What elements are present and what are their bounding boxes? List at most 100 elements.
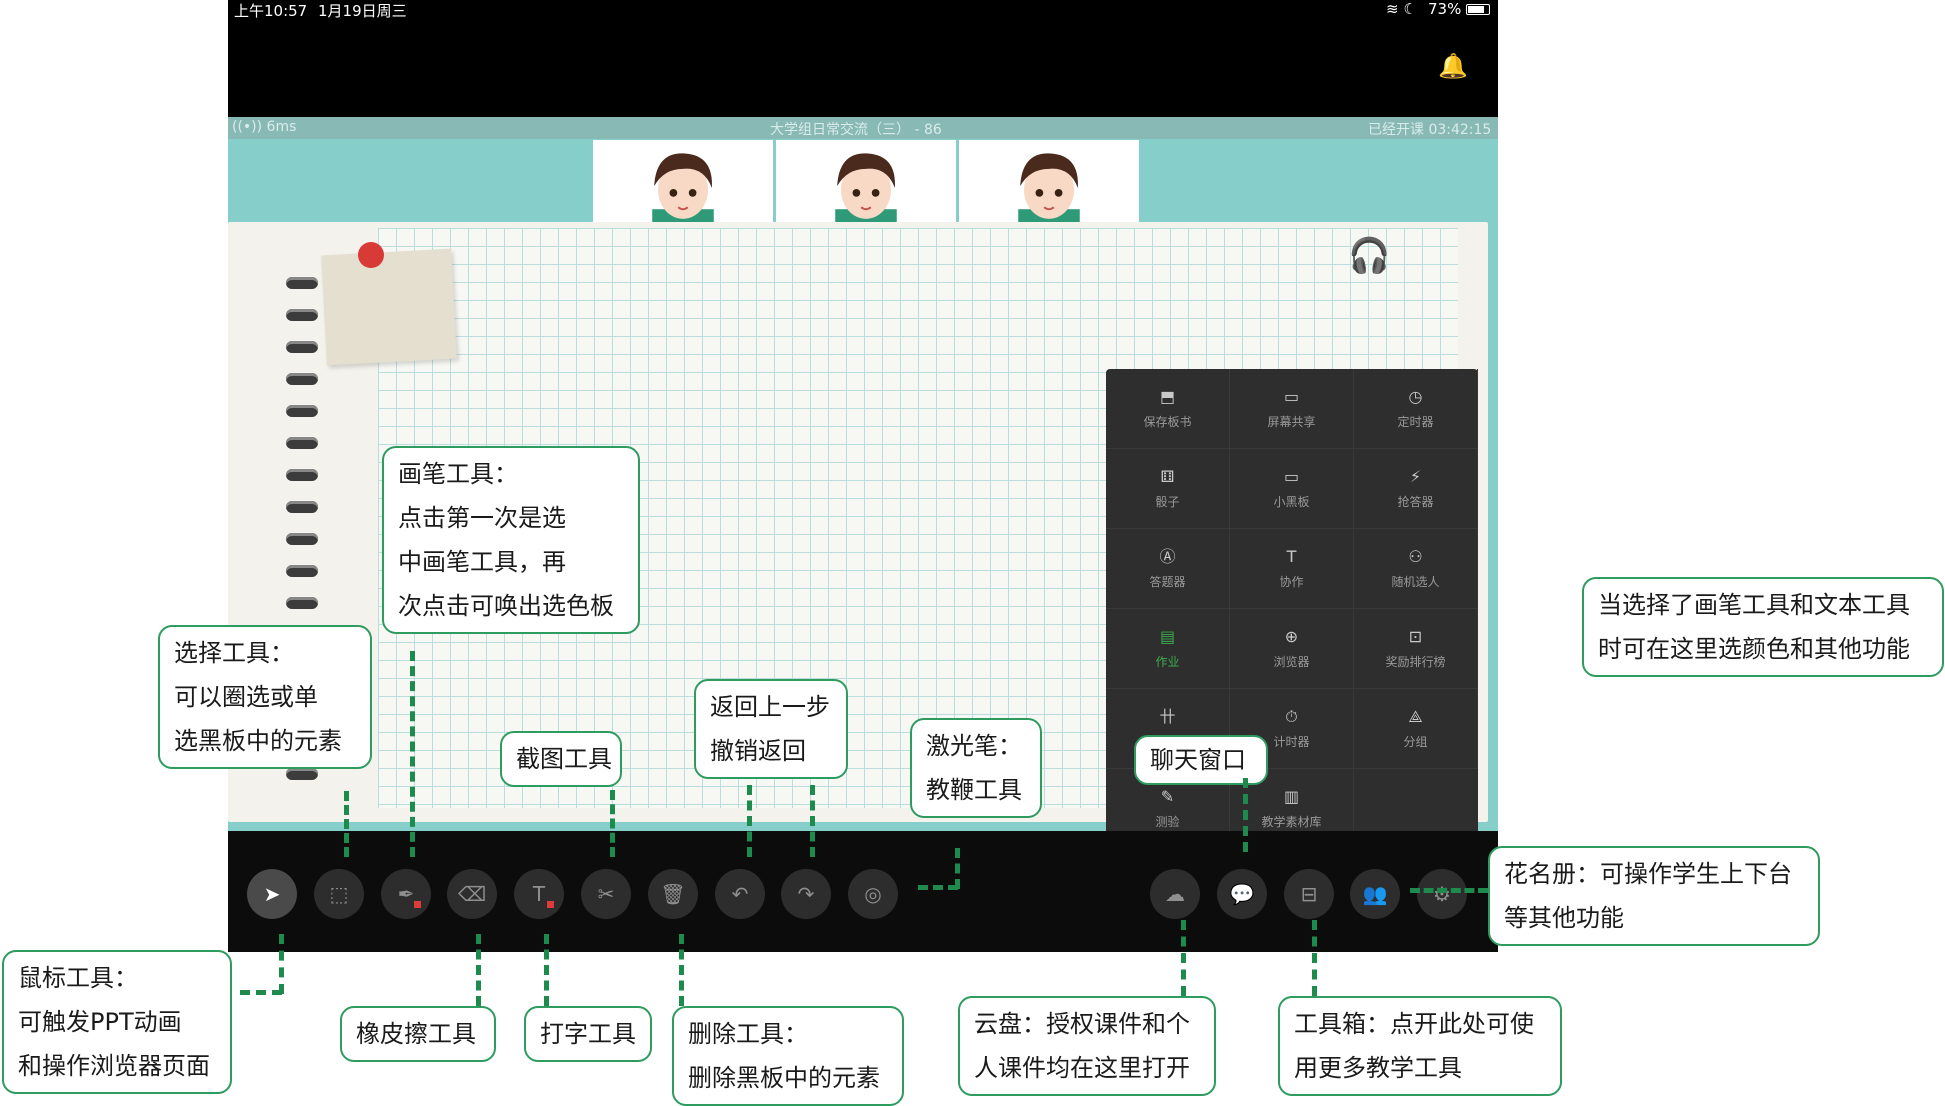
chat-tool-button[interactable]: 💬 (1217, 869, 1267, 919)
toolbox-item[interactable]: ⊡ 奖励排行榜 (1354, 609, 1478, 689)
callout-cloud: 云盘：授权课件和个 人课件均在这里打开 (958, 996, 1216, 1096)
text-tool-button[interactable]: T (514, 869, 564, 919)
toolbox-item-label: 屏幕共享 (1267, 415, 1316, 429)
toolbox-item-label: 小黑板 (1273, 495, 1310, 509)
toolbox-item[interactable]: ⟁ 分组 (1354, 689, 1478, 769)
toolbox-item[interactable]: ⬒ 保存板书 (1106, 369, 1230, 449)
callout-text: 时可在这里选颜色和其他功能 (1598, 635, 1910, 663)
toolbox-item[interactable]: ▭ 小黑板 (1230, 449, 1354, 529)
color-indicator (547, 901, 554, 908)
material-library-icon: ▥ (1283, 787, 1300, 806)
eraser-icon: ⌫ (457, 882, 487, 906)
users-icon: 👥 (1362, 882, 1388, 906)
callout-eraser: 橡皮擦工具 (340, 1006, 496, 1062)
connector-pen (410, 651, 415, 857)
pushpin-icon (358, 242, 384, 268)
marquee-icon: ⬚ (329, 882, 349, 906)
eraser-tool-button[interactable]: ⌫ (447, 869, 497, 919)
toolbox-item-label: 分组 (1403, 735, 1428, 749)
redo-tool-button[interactable]: ↷ (781, 869, 831, 919)
status-time: 上午10:57 (234, 2, 308, 20)
callout-text: 画笔工具： (398, 460, 518, 488)
cloud-icon: ☁ (1165, 882, 1185, 906)
screen-share-icon: ▭ (1283, 387, 1300, 406)
toolbox-item[interactable]: ⚡ 抢答器 (1354, 449, 1478, 529)
roster-tool-button[interactable]: 👥 (1350, 869, 1400, 919)
callout-select: 选择工具： 可以圈选或单 选黑板中的元素 (158, 625, 372, 769)
callout-text: 鼠标工具： (18, 964, 138, 992)
callout-text: 打字工具 (540, 1020, 636, 1048)
cloud-disk-tool-button[interactable]: ☁ (1150, 869, 1200, 919)
toolbox-item[interactable]: ▤ 作业 (1106, 609, 1230, 689)
toolbox-item[interactable]: ⊕ 浏览器 (1230, 609, 1354, 689)
toolbox-item-label: 答题器 (1149, 575, 1186, 589)
binder-ring (286, 501, 318, 513)
callout-color: 当选择了画笔工具和文本工具 时可在这里选颜色和其他功能 (1582, 577, 1944, 677)
group-icon: ⟁ (1408, 707, 1423, 726)
class-title: 大学组日常交流（三） - 86 (770, 122, 942, 138)
battery-level: 73% (1428, 0, 1462, 18)
callout-undo: 返回上一步 撤销返回 (694, 679, 848, 779)
laser-icon: ◎ (864, 882, 882, 906)
trash-icon: 🗑 (660, 882, 686, 906)
callout-text: 等其他功能 (1504, 904, 1624, 932)
blackboard-icon: ▭ (1283, 467, 1300, 486)
laser-tool-button[interactable]: ◎ (848, 869, 898, 919)
callout-text: 聊天窗口 (1150, 746, 1246, 774)
toolbox-item-label: 骰子 (1155, 495, 1180, 509)
toolbox-item[interactable]: ▭ 屏幕共享 (1230, 369, 1354, 449)
toolbox-tool-button[interactable]: ⊟ (1284, 869, 1334, 919)
screenshot-tool-button[interactable]: ✂ (581, 869, 631, 919)
binder-ring (286, 309, 318, 321)
headphone-icon: 🎧 (1348, 236, 1391, 276)
callout-text: 工具箱：点开此处可使 (1294, 1010, 1534, 1038)
timer-icon: ◷ (1408, 387, 1423, 406)
toolbox-item[interactable]: ⚇ 随机选人 (1354, 529, 1478, 609)
text-icon: T (532, 882, 546, 906)
binder-ring (286, 469, 318, 481)
color-indicator (414, 901, 421, 908)
connector-roster (1410, 888, 1488, 893)
callout-text: 选黑板中的元素 (174, 727, 342, 755)
binder-ring (286, 437, 318, 449)
mouse-tool-button[interactable]: ➤ (247, 869, 297, 919)
stopwatch-icon: ⏱ (1285, 707, 1298, 726)
callout-text: 花名册：可操作学生上下台 (1504, 860, 1792, 888)
callout-text: 删除工具： (688, 1020, 808, 1048)
leaderboard-icon: ⊡ (1408, 627, 1423, 646)
settings-tool-button[interactable]: ⚙ (1417, 869, 1467, 919)
connector-text (544, 934, 549, 1006)
callout-text: 橡皮擦工具 (356, 1020, 476, 1048)
dice-icon: ⚅ (1160, 467, 1175, 486)
callout-text: 次点击可唤出选色板 (398, 592, 614, 620)
bell-icon[interactable]: 🔔 (1438, 52, 1468, 80)
buzzer-icon: ⚡ (1409, 467, 1422, 486)
binder-ring (286, 533, 318, 545)
callout-text: 可以圈选或单 (174, 683, 318, 711)
undo-icon: ↶ (731, 882, 749, 906)
browser-icon: ⊕ (1284, 627, 1299, 646)
toolbox-item-label: 测验 (1155, 815, 1180, 829)
scissors-icon: ✂ (597, 882, 615, 906)
connector-laser-h (918, 885, 958, 890)
toolbox-icon: ⊟ (1300, 882, 1318, 906)
callout-text: 选择工具： (174, 639, 294, 667)
callout-screenshot: 截图工具 (500, 731, 622, 787)
redo-icon: ↷ (797, 882, 815, 906)
callout-text: 点击第一次是选 (398, 504, 566, 532)
connector-toolbox (1312, 920, 1317, 996)
toolbox-item-label: 教学素材库 (1261, 815, 1322, 829)
toolbox-item[interactable]: ◷ 定时器 (1354, 369, 1478, 449)
pen-tool-button[interactable]: ✒ (381, 869, 431, 919)
binder-ring (286, 565, 318, 577)
gear-icon: ⚙ (1433, 882, 1451, 906)
callout-text: 撤销返回 (710, 737, 806, 765)
toolbox-item[interactable]: T 协作 (1230, 529, 1354, 609)
chat-icon: 💬 (1229, 882, 1255, 906)
undo-tool-button[interactable]: ↶ (715, 869, 765, 919)
toolbox-item[interactable]: Ⓐ 答题器 (1106, 529, 1230, 609)
select-tool-button[interactable]: ⬚ (314, 869, 364, 919)
toolbox-item-label: 保存板书 (1143, 415, 1192, 429)
toolbox-item[interactable]: ⚅ 骰子 (1106, 449, 1230, 529)
delete-tool-button[interactable]: 🗑 (648, 869, 698, 919)
